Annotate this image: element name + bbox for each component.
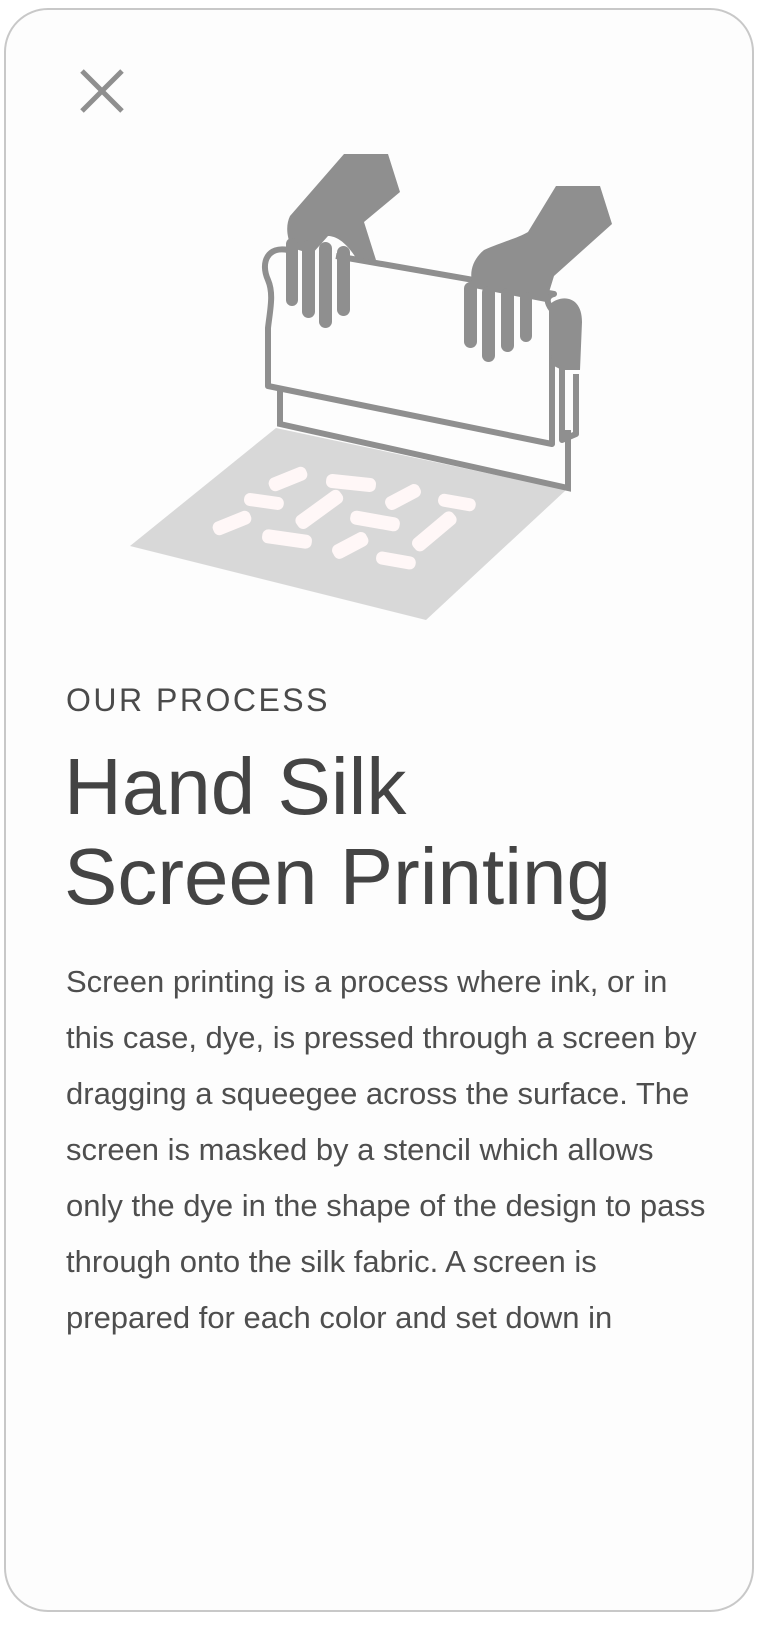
- section-eyebrow: OUR PROCESS: [66, 682, 330, 718]
- screen-printing-hands-illustration: [130, 154, 612, 620]
- process-description: Screen printing is a process where ink, …: [66, 964, 706, 1335]
- fabric-surface: [130, 428, 566, 620]
- right-hand: [464, 186, 612, 362]
- page-title: Hand Silk Screen Printing: [64, 742, 724, 922]
- title-line-1: Hand Silk: [64, 742, 407, 831]
- process-modal: OUR PROCESS Hand Silk Screen Printing Sc…: [4, 8, 754, 1612]
- close-icon: [80, 69, 124, 113]
- left-hand: [286, 154, 400, 328]
- close-button[interactable]: [76, 65, 130, 119]
- title-line-2: Screen Printing: [64, 832, 611, 921]
